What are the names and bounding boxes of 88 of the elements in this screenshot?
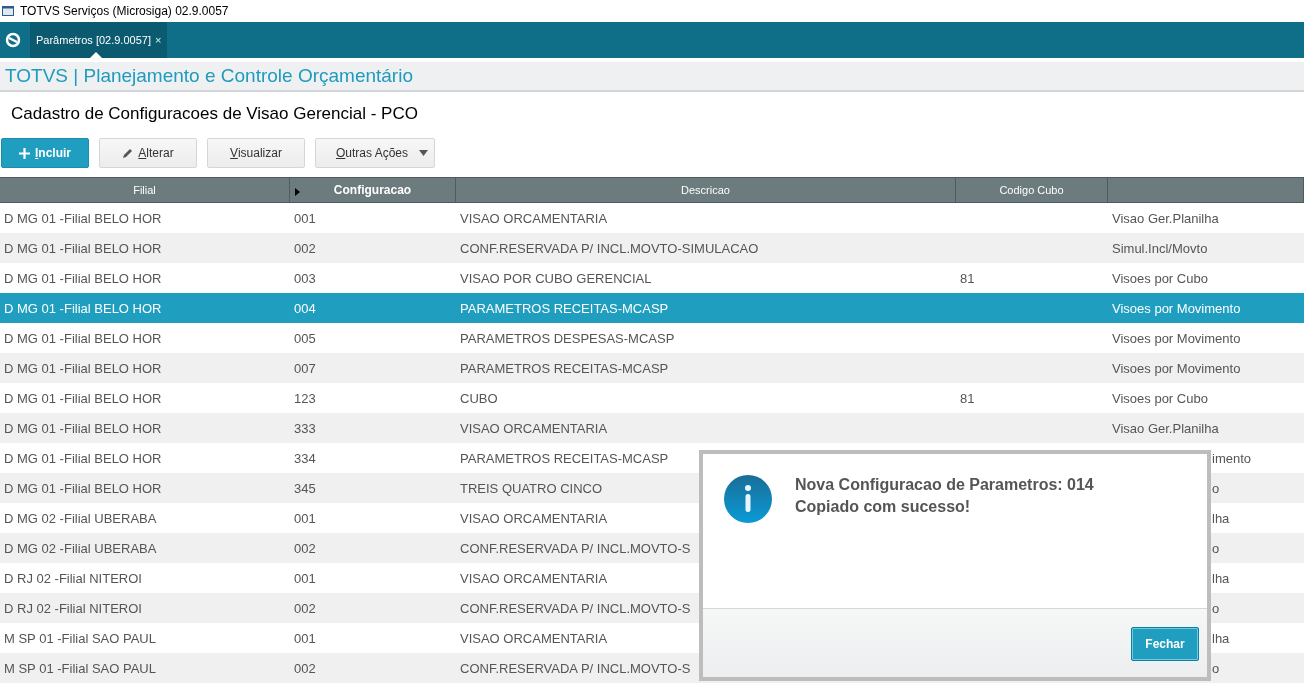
table-cell: D MG 01 -Filial BELO HOR	[4, 330, 162, 346]
app-header: TOTVS | Planejamento e Controle Orçamentário	[0, 62, 1304, 92]
table-cell: M SP 01 -Filial SAO PAUL	[4, 660, 156, 676]
info-icon	[723, 474, 773, 524]
table-cell: 002	[294, 240, 316, 256]
table-cell: 007	[294, 360, 316, 376]
table-cell: CONF.RESERVADA P/ INCL.MOVTO-SIMULACAO	[460, 240, 759, 256]
table-cell: D MG 01 -Filial BELO HOR	[4, 390, 162, 406]
table-cell: imento	[1212, 450, 1252, 466]
table-cell: Simul.Incl/Movto	[1112, 240, 1208, 256]
table-cell: 81	[960, 270, 975, 286]
table-cell: 333	[294, 420, 316, 436]
table-cell: o	[1212, 480, 1220, 496]
pencil-icon	[122, 147, 134, 159]
table-cell: Visoes por Cubo	[1112, 390, 1208, 406]
table-cell: 345	[294, 480, 316, 496]
caret-icon	[419, 150, 428, 156]
table-cell: D MG 01 -Filial BELO HOR	[4, 210, 162, 226]
table-cell: lha	[1212, 570, 1230, 586]
table-cell: D MG 01 -Filial BELO HOR	[4, 270, 162, 286]
table-cell: VISAO POR CUBO GERENCIAL	[460, 270, 652, 286]
table-cell: D MG 01 -Filial BELO HOR	[4, 240, 162, 256]
column-header[interactable]: Codigo Cubo	[956, 177, 1108, 203]
table-cell: Visoes por Movimento	[1112, 300, 1241, 316]
table-cell: Visao Ger.Planilha	[1112, 210, 1219, 226]
table-cell: D RJ 02 -Filial NITEROI	[4, 570, 142, 586]
table-cell: D MG 01 -Filial BELO HOR	[4, 360, 162, 376]
table-cell: PARAMETROS RECEITAS-MCASP	[460, 300, 669, 316]
column-header[interactable]: Configuracao	[290, 177, 456, 203]
table-cell: VISAO ORCAMENTARIA	[460, 630, 608, 646]
table-cell: D MG 01 -Filial BELO HOR	[4, 300, 162, 316]
table-cell: 002	[294, 600, 316, 616]
table-cell: D RJ 02 -Filial NITEROI	[4, 600, 142, 616]
window-title: TOTVS Serviços (Microsiga) 02.9.0057	[20, 4, 229, 18]
table-row[interactable]: D MG 01 -Filial BELO HOR 002 CONF.RESERVADA P/ INCL.MOVTO-SIMULACAO Simul.Incl/Movto	[0, 233, 1304, 263]
table-cell: D MG 01 -Filial BELO HOR	[4, 420, 162, 436]
table-cell: Visao Ger.Planilha	[1112, 420, 1219, 436]
table-row[interactable]: D MG 01 -Filial BELO HOR 333 VISAO ORCAMENTARIA Visao Ger.Planilha	[0, 413, 1304, 443]
table-cell: o	[1212, 600, 1220, 616]
table-cell: VISAO ORCAMENTARIA	[460, 420, 608, 436]
table-cell: 001	[294, 210, 316, 226]
table-cell: Visoes por Movimento	[1112, 330, 1241, 346]
table-cell: 003	[294, 270, 316, 286]
table-cell: 002	[294, 660, 316, 676]
table-cell: 001	[294, 630, 316, 646]
close-icon[interactable]: ×	[154, 34, 162, 46]
toolbar-button[interactable]: Outras Ações	[315, 138, 435, 168]
home-icon[interactable]	[5, 32, 21, 48]
plus-icon	[19, 147, 30, 159]
table-cell: D MG 01 -Filial BELO HOR	[4, 450, 162, 466]
table-cell: D MG 01 -Filial BELO HOR	[4, 480, 162, 496]
table-cell: Visoes por Cubo	[1112, 270, 1208, 286]
table-cell: 123	[294, 390, 316, 406]
table-cell: 81	[960, 390, 975, 406]
table-cell: CONF.RESERVADA P/ INCL.MOVTO-S	[460, 540, 691, 556]
table-cell: D MG 02 -Filial UBERABA	[4, 540, 157, 556]
table-cell: 004	[294, 300, 316, 316]
table-cell: Visoes por Movimento	[1112, 360, 1241, 376]
table-cell: M SP 01 -Filial SAO PAUL	[4, 630, 156, 646]
table-cell: PARAMETROS RECEITAS-MCASP	[460, 360, 669, 376]
table-cell: 001	[294, 510, 316, 526]
table-cell: lha	[1212, 510, 1230, 526]
column-header[interactable]: Filial	[0, 177, 290, 203]
table-cell: VISAO ORCAMENTARIA	[460, 570, 608, 586]
table-cell: CONF.RESERVADA P/ INCL.MOVTO-S	[460, 600, 691, 616]
table-cell: CUBO	[460, 390, 498, 406]
tab[interactable]: Parâmetros [02.9.0057] ×	[30, 22, 168, 58]
dialog-message: Nova Configuracao de Parametros: 014	[795, 475, 1094, 495]
table-cell: o	[1212, 660, 1220, 676]
toolbar-button[interactable]: Alterar	[99, 138, 197, 168]
table-cell: 001	[294, 570, 316, 586]
table-row[interactable]: D MG 01 -Filial BELO HOR 007 PARAMETROS RECEITAS-MCASP Visoes por Movimento	[0, 353, 1304, 383]
table-cell: o	[1212, 540, 1220, 556]
page-title: Cadastro de Configuracoes de Visao Gerencial - PCO	[11, 104, 418, 123]
table-cell: 334	[294, 450, 316, 466]
table-cell: 005	[294, 330, 316, 346]
table-cell: PARAMETROS DESPESAS-MCASP	[460, 330, 675, 346]
table-cell: lha	[1212, 630, 1230, 646]
column-header[interactable]: Descricao	[456, 177, 956, 203]
table-cell: PARAMETROS RECEITAS-MCASP	[460, 450, 669, 466]
table-cell: 002	[294, 540, 316, 556]
table-cell: VISAO ORCAMENTARIA	[460, 510, 608, 526]
table-cell: VISAO ORCAMENTARIA	[460, 210, 608, 226]
window-icon	[2, 5, 14, 17]
table-cell: D MG 02 -Filial UBERABA	[4, 510, 157, 526]
toolbar-button[interactable]: Visualizar	[207, 138, 305, 168]
table-cell: TREIS QUATRO CINCO	[460, 480, 603, 496]
table-cell: CONF.RESERVADA P/ INCL.MOVTO-S	[460, 660, 691, 676]
